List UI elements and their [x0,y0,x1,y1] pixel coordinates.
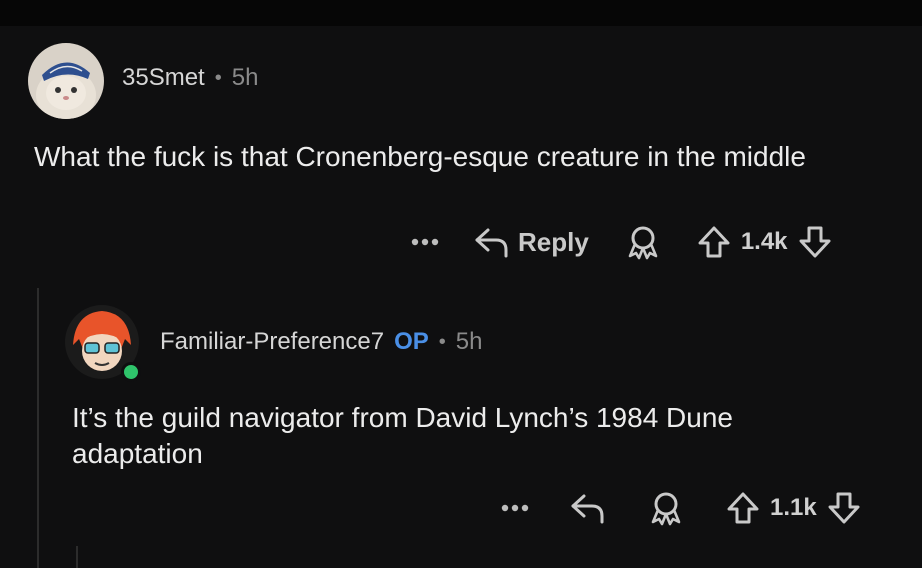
vote-count: 1.4k [740,228,788,255]
reply-arrow-icon [571,494,604,524]
comment-meta: 35Smet • 5h [122,64,258,92]
more-options-button[interactable] [410,237,440,247]
comment-actions: 1.1k [500,490,861,526]
ellipsis-icon [501,504,529,512]
downvote-arrow-icon [799,226,831,258]
award-button[interactable] [625,224,661,260]
award-icon [628,226,658,260]
thread-line[interactable] [76,546,78,568]
timestamp: 5h [455,328,483,355]
upvote-arrow-icon [727,492,759,524]
award-button[interactable] [648,490,684,526]
timestamp: 5h [231,64,259,91]
online-indicator [121,362,141,382]
award-icon [651,492,681,526]
comment-meta: Familiar-Preference7 OP • 5h [160,328,482,356]
comment-body: What the fuck is that Cronenberg-esque c… [34,141,806,172]
separator-dot: • [214,66,222,89]
upvote-button[interactable] [726,491,760,525]
comment-actions: Reply 1.4k [410,224,832,260]
thread-line[interactable] [37,288,39,568]
avatar[interactable] [28,43,104,119]
downvote-arrow-icon [828,492,860,524]
author-name[interactable]: Familiar-Preference7 [160,328,384,356]
top-bar [0,0,922,26]
comment-body: It’s the guild navigator from David Lync… [72,402,733,469]
reply-label: Reply [518,226,589,257]
op-badge: OP [394,328,429,355]
reply-button[interactable]: Reply [474,226,589,258]
reply-arrow-icon [475,228,508,258]
upvote-button[interactable] [697,225,731,259]
vote-count: 1.1k [770,494,817,521]
upvote-arrow-icon [698,226,730,258]
downvote-button[interactable] [798,225,832,259]
cat-avatar-icon [28,43,104,119]
ellipsis-icon [411,238,439,246]
reply-button[interactable] [570,492,606,524]
separator-dot: • [438,330,446,353]
downvote-button[interactable] [827,491,861,525]
more-options-button[interactable] [500,503,530,513]
author-name[interactable]: 35Smet [122,64,205,92]
